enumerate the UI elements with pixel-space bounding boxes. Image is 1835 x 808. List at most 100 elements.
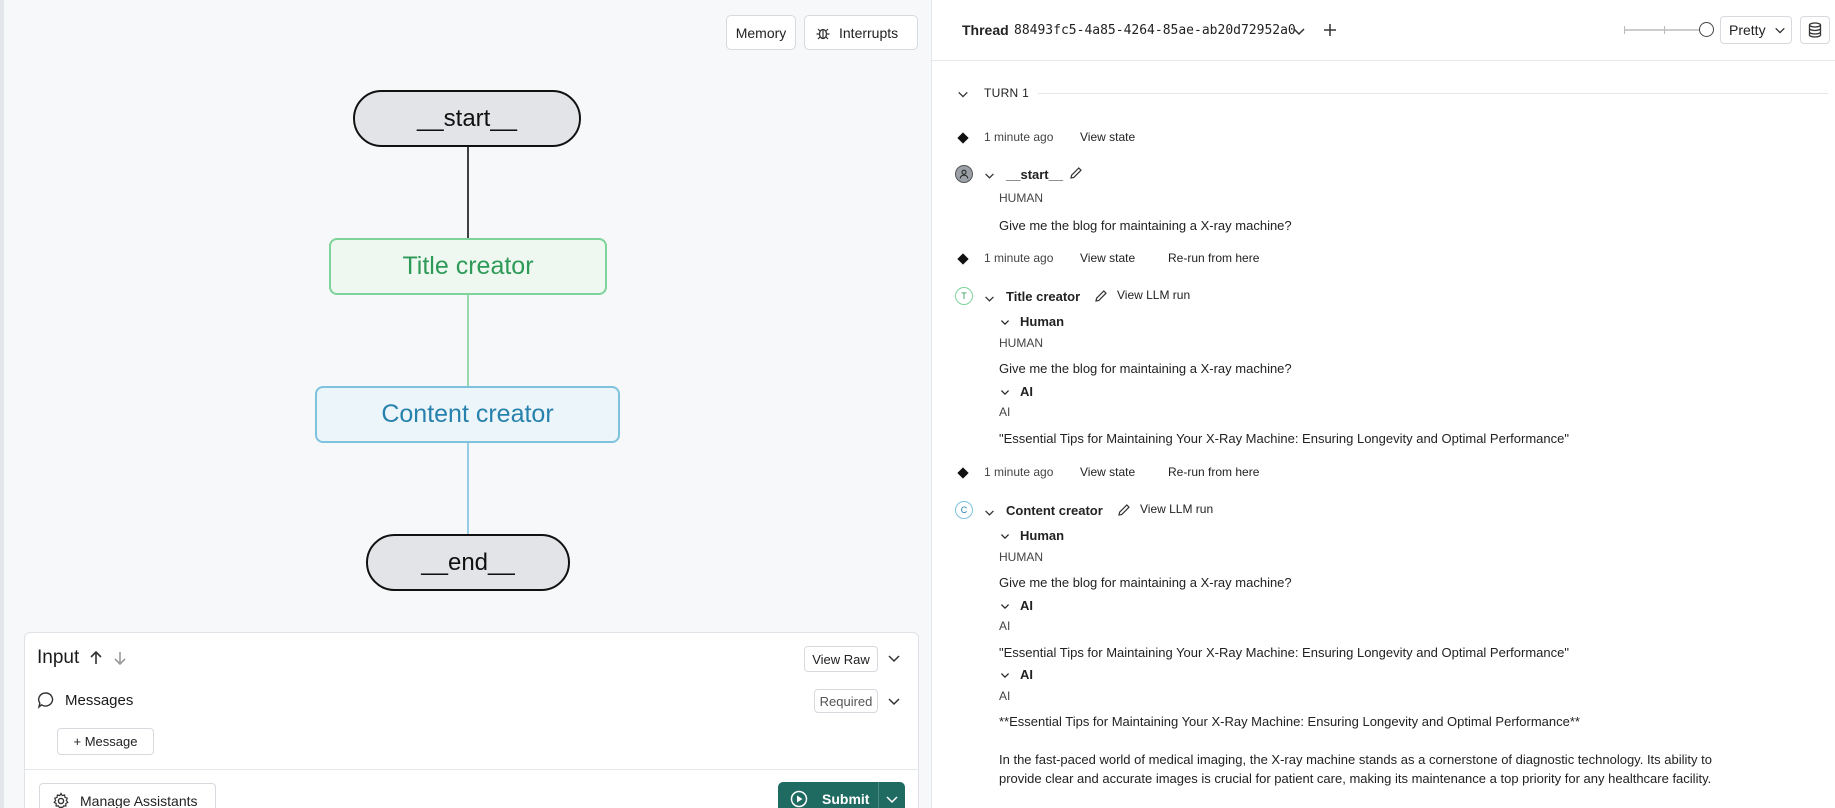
messages-collapse-chevron-icon[interactable] <box>887 694 901 708</box>
ai-collapse-chevron-icon[interactable] <box>1000 387 1010 397</box>
zoom-slider[interactable] <box>1624 22 1714 38</box>
start-collapse-chevron-icon[interactable] <box>984 170 995 181</box>
start-message-text: Give me the blog for maintaining a X-ray… <box>999 218 1292 233</box>
node-end-label: __end__ <box>421 548 515 576</box>
ai-role: AI <box>999 619 1011 633</box>
input-divider <box>25 769 918 770</box>
view-llm-run-link[interactable]: View LLM run <box>1140 502 1213 516</box>
content-node-name: Content creator <box>1006 503 1103 518</box>
edit-pencil-icon[interactable] <box>1069 166 1083 180</box>
edit-pencil-icon[interactable] <box>1094 289 1108 303</box>
submit-options-chevron-icon[interactable] <box>885 792 899 806</box>
play-circle-icon <box>790 790 808 808</box>
human-role: HUMAN <box>999 336 1043 350</box>
node-title-creator[interactable]: Title creator <box>329 238 607 295</box>
arrow-up-icon[interactable] <box>89 650 103 666</box>
title-node-name: Title creator <box>1006 289 1081 304</box>
required-badge: Required <box>814 689 878 713</box>
view-mode-select[interactable]: Pretty <box>1720 16 1792 44</box>
title-creator-badge: T <box>955 287 973 305</box>
node-start-label: __start__ <box>416 104 518 132</box>
ai-header: AI <box>1020 667 1033 682</box>
view-raw-label: View Raw <box>812 651 870 667</box>
view-llm-run-link[interactable]: View LLM run <box>1117 288 1190 302</box>
human-collapse-chevron-icon[interactable] <box>1000 531 1010 541</box>
graph-canvas: __start__ Title creator Content creator … <box>4 0 935 630</box>
message-bubble-icon <box>37 691 55 709</box>
title-node-collapse-chevron-icon[interactable] <box>984 293 995 304</box>
event-diamond-icon <box>957 132 969 144</box>
node-title-creator-label: Title creator <box>402 252 534 280</box>
view-state-link[interactable]: View state <box>1080 251 1135 265</box>
add-message-label: + Message <box>73 734 138 749</box>
human-collapse-chevron-icon[interactable] <box>1000 317 1010 327</box>
input-collapse-chevron-icon[interactable] <box>887 651 901 665</box>
start-role: HUMAN <box>999 191 1043 205</box>
view-mode-label: Pretty <box>1729 22 1766 38</box>
ai-paragraph-line: In the fast-paced world of medical imagi… <box>999 752 1712 767</box>
event-diamond-icon <box>957 467 969 479</box>
event-time: 1 minute ago <box>984 251 1054 265</box>
rerun-link[interactable]: Re-run from here <box>1168 465 1259 479</box>
new-thread-plus-icon[interactable] <box>1322 22 1338 38</box>
graph-pane: Memory Interrupts __start__ Title creato… <box>0 0 931 808</box>
ai-message-text: "Essential Tips for Maintaining Your X-R… <box>999 645 1569 660</box>
node-end[interactable]: __end__ <box>366 534 570 591</box>
zoom-slider-handle <box>1699 22 1714 37</box>
start-node-name: __start__ <box>1006 167 1064 182</box>
event-time: 1 minute ago <box>984 465 1054 479</box>
node-content-creator[interactable]: Content creator <box>315 386 620 443</box>
human-message-text: Give me the blog for maintaining a X-ray… <box>999 575 1292 590</box>
turn-label: TURN 1 <box>984 86 1030 100</box>
content-node-collapse-chevron-icon[interactable] <box>984 507 995 518</box>
database-icon <box>1808 22 1822 38</box>
add-message-button[interactable]: + Message <box>57 728 154 755</box>
edit-pencil-icon[interactable] <box>1117 503 1131 517</box>
view-raw-button[interactable]: View Raw <box>804 646 878 672</box>
app-root: Memory Interrupts __start__ Title creato… <box>0 0 1835 808</box>
messages-label: Messages <box>65 691 134 709</box>
view-state-link[interactable]: View state <box>1080 465 1135 479</box>
thread-id[interactable]: 88493fc5-4a85-4264-85ae-ab20d72952a0 <box>1014 23 1296 38</box>
ai-role: AI <box>999 689 1011 703</box>
ai-message-text: **Essential Tips for Maintaining Your X-… <box>999 714 1580 729</box>
manage-assistants-button[interactable]: Manage Assistants <box>39 783 216 808</box>
submit-label: Submit <box>822 791 870 807</box>
event-time: 1 minute ago <box>984 130 1054 144</box>
ai-collapse-chevron-icon[interactable] <box>1000 601 1010 611</box>
ai-collapse-chevron-icon[interactable] <box>1000 670 1010 680</box>
content-creator-badge: C <box>955 501 973 519</box>
thread-header: Thread 88493fc5-4a85-4264-85ae-ab20d7295… <box>932 0 1835 61</box>
view-mode-chevron-icon <box>1774 27 1785 34</box>
ai-message-text: "Essential Tips for Maintaining Your X-R… <box>999 431 1569 446</box>
ai-role: AI <box>999 405 1011 419</box>
required-label: Required <box>819 693 873 709</box>
ai-header: AI <box>1020 598 1033 613</box>
ai-header: AI <box>1020 384 1033 399</box>
arrow-down-icon[interactable] <box>113 650 127 666</box>
input-title: Input <box>37 647 80 668</box>
human-header: Human <box>1020 528 1065 543</box>
submit-divider <box>878 782 879 808</box>
human-header: Human <box>1020 314 1065 329</box>
view-state-link[interactable]: View state <box>1080 130 1135 144</box>
turn-divider <box>1038 93 1828 94</box>
node-start[interactable]: __start__ <box>353 90 581 147</box>
thread-pane: Thread 88493fc5-4a85-4264-85ae-ab20d7295… <box>931 0 1835 808</box>
input-header: Input <box>37 647 127 669</box>
thread-select-chevron-icon[interactable] <box>1292 24 1306 38</box>
ai-paragraph-line: provide clear and accurate images is cru… <box>999 771 1712 786</box>
turn-collapse-chevron-icon[interactable] <box>957 88 969 100</box>
database-button[interactable] <box>1800 16 1830 44</box>
thread-label: Thread <box>962 22 1009 38</box>
user-avatar-icon <box>955 165 973 183</box>
human-message-text: Give me the blog for maintaining a X-ray… <box>999 361 1292 376</box>
gear-icon <box>52 792 70 808</box>
human-role: HUMAN <box>999 550 1043 564</box>
node-content-creator-label: Content creator <box>381 400 554 428</box>
submit-button[interactable]: Submit <box>778 782 905 808</box>
messages-row: Messages <box>37 691 133 709</box>
event-diamond-icon <box>957 253 969 265</box>
manage-assistants-label: Manage Assistants <box>80 793 198 808</box>
rerun-link[interactable]: Re-run from here <box>1168 251 1259 265</box>
